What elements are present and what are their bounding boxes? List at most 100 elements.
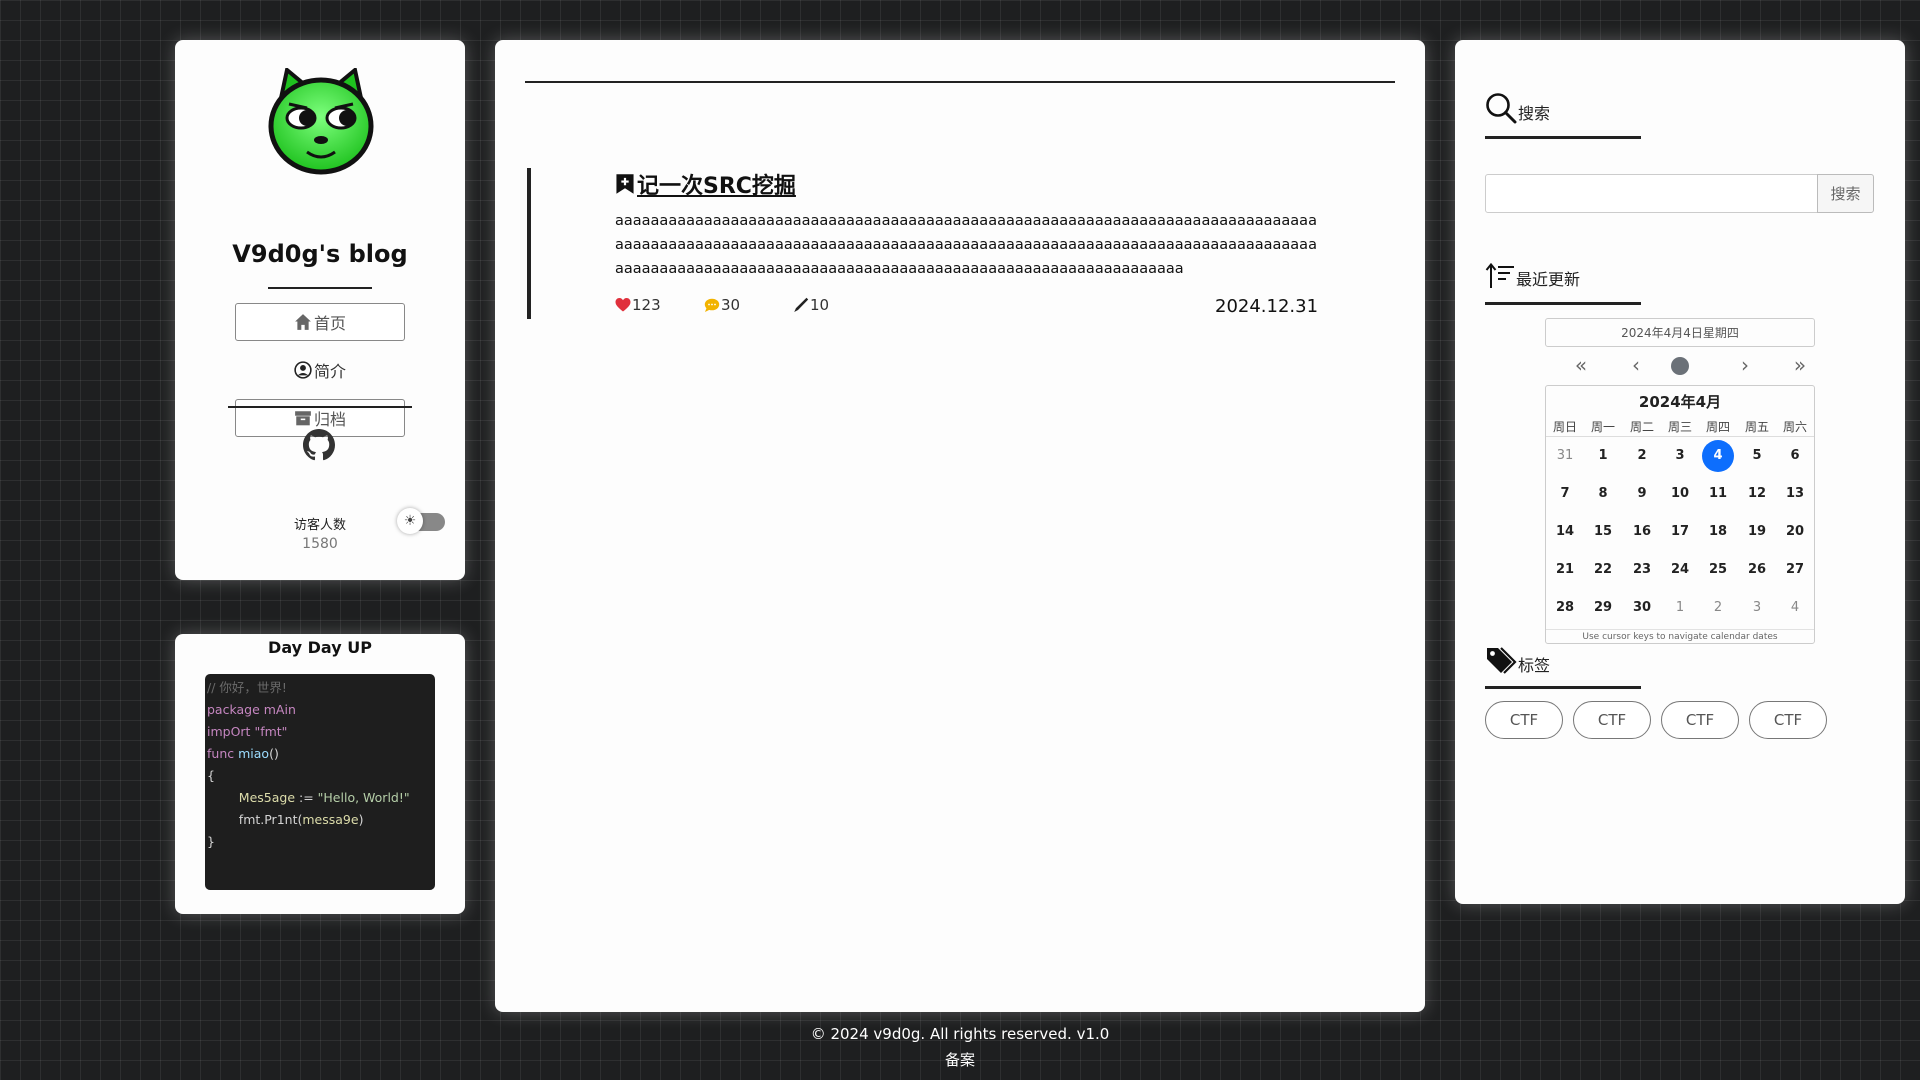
weekday-label: 周日 — [1552, 420, 1577, 434]
weekday-label: 周二 — [1629, 420, 1654, 434]
search-heading: 搜索 — [1485, 92, 1550, 124]
calendar-day[interactable]: 8 — [1587, 478, 1619, 510]
user-circle-icon — [294, 361, 312, 379]
search-icon — [1486, 93, 1517, 124]
code-card-title: Day Day UP — [268, 638, 372, 657]
calendar-day[interactable]: 5 — [1741, 440, 1773, 472]
code-line: } — [207, 831, 433, 853]
nav-about-label: 简介 — [313, 362, 346, 381]
calendar: 2024年4月 周日 周一 周二 周三 周四 周五 周六 31 1 2 3 4 5 6 7 8 9… — [1545, 385, 1815, 644]
code-text: := — [295, 790, 318, 805]
github-icon[interactable] — [303, 429, 335, 461]
nav-archive-label: 归档 — [313, 410, 346, 429]
calendar-day[interactable]: 24 — [1664, 554, 1696, 586]
calendar-day[interactable]: 2 — [1702, 592, 1734, 624]
calendar-day[interactable]: 10 — [1664, 478, 1696, 510]
calendar-day[interactable]: 7 — [1549, 478, 1581, 510]
divider — [228, 406, 412, 408]
code-text: fmt.Pr1nt( — [207, 812, 303, 827]
divider — [268, 287, 372, 289]
blog-title: V9d0g's blog — [232, 240, 408, 268]
recent-heading-label: 最近更新 — [1516, 270, 1581, 289]
tag-chip[interactable]: CTF — [1485, 701, 1563, 739]
calendar-day[interactable]: 27 — [1779, 554, 1811, 586]
profile-card: V9d0g's blog 首页 简介 归档 访客人数 1580 ☀ — [175, 40, 465, 580]
code-text: ) — [358, 812, 364, 827]
post-date: 2024.12.31 — [1215, 296, 1319, 317]
calendar-day[interactable]: 31 — [1549, 440, 1581, 472]
calendar-day[interactable]: 19 — [1741, 516, 1773, 548]
code-card: Day Day UP // 你好，世界! package mAin impOrt "… — [175, 634, 465, 914]
post-accent-bar — [527, 168, 531, 319]
calendar-day[interactable]: 3 — [1664, 440, 1696, 472]
calendar-day[interactable]: 2 — [1626, 440, 1658, 472]
calendar-date-field[interactable]: 2024年4月4日星期四 — [1545, 318, 1815, 347]
theme-toggle[interactable]: ☀ — [397, 508, 447, 534]
calendar-day[interactable]: 11 — [1702, 478, 1734, 510]
weekday-label: 周六 — [1782, 420, 1807, 434]
prev-month-icon[interactable]: ‹ — [1622, 353, 1650, 377]
next-year-icon[interactable]: » — [1786, 353, 1814, 377]
tag-chip[interactable]: CTF — [1661, 701, 1739, 739]
calendar-day[interactable]: 17 — [1664, 516, 1696, 548]
code-variable: Mes5age — [207, 790, 296, 805]
search-button[interactable]: 搜索 — [1817, 174, 1874, 213]
calendar-day[interactable]: 4 — [1702, 440, 1734, 472]
post-excerpt: aaaaaaaaaaaaaaaaaaaaaaaaaaaaaaaaaaaaaaaa… — [615, 213, 1317, 277]
calendar-day[interactable]: 15 — [1587, 516, 1619, 548]
archive-icon — [295, 411, 311, 426]
sort-up-icon — [1485, 262, 1514, 288]
post-title: 记一次SRC挖掘 — [637, 174, 796, 199]
calendar-day[interactable]: 30 — [1626, 592, 1658, 624]
calendar-day[interactable]: 6 — [1779, 440, 1811, 472]
search-input[interactable] — [1485, 174, 1818, 213]
calendar-day[interactable]: 4 — [1779, 592, 1811, 624]
today-button[interactable] — [1671, 357, 1689, 375]
calendar-day[interactable]: 18 — [1702, 516, 1734, 548]
calendar-day[interactable]: 23 — [1626, 554, 1658, 586]
code-block: // 你好，世界! package mAin impOrt "fmt" func mi… — [205, 674, 435, 890]
code-line: impOrt "fmt" — [207, 721, 433, 743]
code-line: { — [207, 765, 433, 787]
tag-chip[interactable]: CTF — [1749, 701, 1827, 739]
likes-count[interactable]: 123 — [615, 296, 661, 314]
main-content: 记一次SRC挖掘 aaaaaaaaaaaaaaaaaaaaaaaaaaaaaaa… — [495, 40, 1425, 1012]
calendar-day[interactable]: 28 — [1549, 592, 1581, 624]
prev-year-icon[interactable]: « — [1567, 353, 1595, 377]
code-text: { — [207, 768, 215, 783]
calendar-day[interactable]: 9 — [1626, 478, 1658, 510]
tag-chip[interactable]: CTF — [1573, 701, 1651, 739]
nav-home-button[interactable]: 首页 — [235, 303, 405, 341]
post-title-link[interactable]: 记一次SRC挖掘 — [615, 168, 796, 200]
comments-count[interactable]: 30 — [704, 296, 740, 314]
calendar-day[interactable]: 13 — [1779, 478, 1811, 510]
calendar-day[interactable]: 3 — [1741, 592, 1773, 624]
code-line: fmt.Pr1nt(messa9e) — [207, 809, 433, 831]
calendar-day[interactable]: 29 — [1587, 592, 1619, 624]
calendar-day[interactable]: 14 — [1549, 516, 1581, 548]
edits-count: 10 — [793, 296, 829, 314]
tags-heading: 标签 — [1485, 646, 1550, 676]
calendar-day[interactable]: 1 — [1664, 592, 1696, 624]
code-line: func miao() — [207, 743, 433, 765]
beian-link[interactable]: 备案 — [495, 1049, 1425, 1070]
divider — [1485, 136, 1641, 139]
next-month-icon[interactable]: › — [1731, 353, 1759, 377]
likes-value: 123 — [632, 296, 661, 314]
visitors-label: 访客人数 — [293, 518, 346, 533]
calendar-day[interactable]: 25 — [1702, 554, 1734, 586]
calendar-day[interactable]: 1 — [1587, 440, 1619, 472]
avatar — [268, 68, 374, 175]
pen-icon — [794, 297, 809, 312]
nav-about-link[interactable]: 简介 — [235, 351, 405, 389]
calendar-day[interactable]: 22 — [1587, 554, 1619, 586]
calendar-day[interactable]: 26 — [1741, 554, 1773, 586]
nav-home-label: 首页 — [313, 314, 346, 333]
calendar-day[interactable]: 21 — [1549, 554, 1581, 586]
calendar-day[interactable]: 12 — [1741, 478, 1773, 510]
sidebar: 搜索 搜索 最近更新 2024年4月4日星期四 « ‹ › » 2024年4月 … — [1455, 40, 1905, 904]
calendar-day[interactable]: 20 — [1779, 516, 1811, 548]
edits-value: 10 — [810, 296, 830, 314]
comments-value: 30 — [721, 296, 741, 314]
calendar-day[interactable]: 16 — [1626, 516, 1658, 548]
